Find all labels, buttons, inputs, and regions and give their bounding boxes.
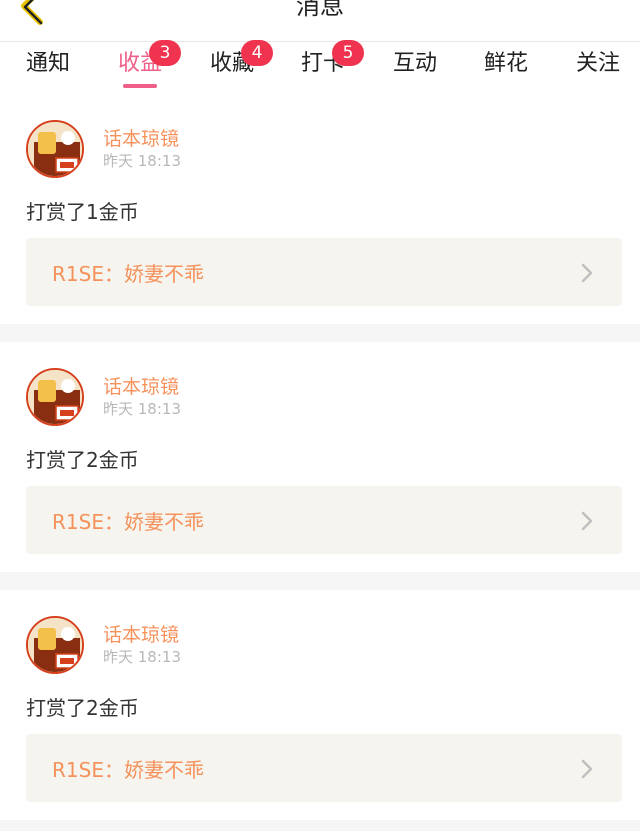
message-feed: 话本琼镜 昨天 18:13 打赏了1金币 R1SE：娇妻不乖 话本琼镜 昨天 1… [0, 94, 640, 831]
message-card: 话本琼镜 昨天 18:13 打赏了1金币 R1SE：娇妻不乖 [0, 94, 640, 324]
avatar-image [28, 618, 82, 672]
sender-name[interactable]: 话本琼镜 [103, 620, 179, 647]
tab-earnings[interactable]: 收益 3 [110, 40, 181, 92]
message-card: 话本琼镜 昨天 18:13 打赏了2金币 R1SE：娇妻不乖 [0, 590, 640, 820]
avatar-image [28, 122, 82, 176]
avatar[interactable] [26, 120, 84, 178]
work-link[interactable]: R1SE：娇妻不乖 [26, 486, 622, 554]
timestamp: 昨天 18:13 [103, 152, 181, 170]
sender-name[interactable]: 话本琼镜 [103, 372, 179, 399]
tab-badge: 4 [241, 40, 273, 66]
timestamp: 昨天 18:13 [103, 400, 181, 418]
tab-interactions[interactable]: 互动 [385, 48, 445, 92]
tab-label: 通知 [25, 51, 70, 76]
message-text: 打赏了2金币 [26, 696, 139, 720]
chevron-right-icon [581, 263, 593, 283]
chevron-right-icon [581, 759, 593, 779]
timestamp: 昨天 18:13 [103, 648, 181, 666]
active-tab-indicator [123, 84, 157, 88]
tab-label: 鲜花 [483, 51, 528, 76]
work-title: R1SE：娇妻不乖 [52, 510, 204, 534]
message-text: 打赏了1金币 [26, 200, 139, 224]
message-card: 话本琼镜 昨天 18:13 打赏了2金币 R1SE：娇妻不乖 [0, 342, 640, 572]
sender-name[interactable]: 话本琼镜 [103, 124, 179, 151]
avatar-image [28, 370, 82, 424]
work-link[interactable]: R1SE：娇妻不乖 [26, 734, 622, 802]
avatar[interactable] [26, 368, 84, 426]
tab-bar: 通知 收益 3 收藏 4 打卡 5 互动 鲜花 关注 [0, 40, 640, 94]
message-text: 打赏了2金币 [26, 448, 139, 472]
tab-favorites[interactable]: 收藏 4 [202, 40, 273, 92]
tab-label: 关注 [575, 51, 620, 76]
tab-checkin[interactable]: 打卡 5 [293, 40, 364, 92]
tab-badge: 3 [149, 40, 181, 66]
work-link[interactable]: R1SE：娇妻不乖 [26, 238, 622, 306]
page-title: 消息 [296, 0, 344, 20]
chevron-right-icon [581, 511, 593, 531]
top-nav-bar: 消息 [0, 0, 640, 42]
tab-flowers[interactable]: 鲜花 [476, 48, 536, 92]
work-title: R1SE：娇妻不乖 [52, 262, 204, 286]
tab-notifications[interactable]: 通知 [18, 48, 78, 92]
tab-label: 互动 [392, 51, 437, 76]
tab-following[interactable]: 关注 [568, 48, 628, 92]
work-title: R1SE：娇妻不乖 [52, 758, 204, 782]
avatar[interactable] [26, 616, 84, 674]
tab-badge: 5 [332, 40, 364, 66]
